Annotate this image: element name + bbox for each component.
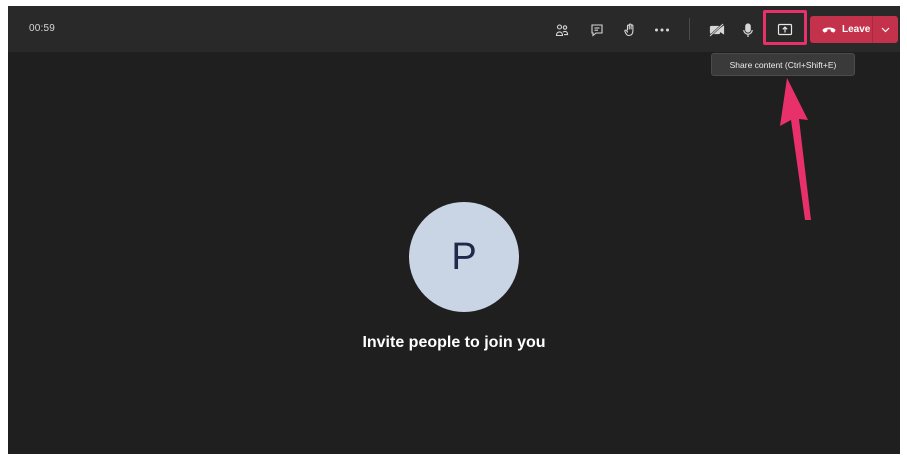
- toolbar-divider: [689, 18, 690, 40]
- raise-hand-button[interactable]: [617, 17, 643, 43]
- invite-message: Invite people to join you: [362, 334, 546, 351]
- share-screen-icon: [777, 23, 793, 36]
- leave-options-button[interactable]: [873, 16, 898, 43]
- microphone-icon: [743, 22, 753, 37]
- hang-up-icon: [822, 27, 836, 32]
- avatar-initial: P: [451, 235, 477, 278]
- chat-icon: [591, 24, 603, 37]
- share-tooltip: Share content (Ctrl+Shift+E): [711, 53, 855, 76]
- participant-avatar: P: [409, 202, 519, 312]
- leave-label: Leave: [842, 24, 871, 35]
- camera-button[interactable]: [704, 17, 730, 43]
- microphone-button[interactable]: [735, 17, 761, 43]
- participants-button[interactable]: [549, 17, 575, 43]
- people-icon: [555, 24, 569, 37]
- pointer-arrow-annotation: [780, 78, 811, 220]
- camera-off-icon: [709, 23, 725, 37]
- leave-button[interactable]: Leave: [810, 16, 898, 43]
- meeting-window: 00:59 Leave Share content (Ctrl+Shift+E)…: [8, 6, 900, 454]
- share-tooltip-text: Share content (Ctrl+Shift+E): [729, 59, 837, 70]
- share-content-button[interactable]: [772, 17, 798, 43]
- more-actions-button[interactable]: [649, 17, 675, 43]
- hand-icon: [624, 23, 634, 37]
- more-icon: [655, 28, 669, 32]
- chevron-down-icon: [881, 27, 890, 32]
- meeting-toolbar: 00:59 Leave: [8, 6, 900, 52]
- meeting-timer: 00:59: [29, 23, 56, 34]
- chat-button[interactable]: [584, 17, 610, 43]
- leave-main-action[interactable]: Leave: [810, 16, 872, 43]
